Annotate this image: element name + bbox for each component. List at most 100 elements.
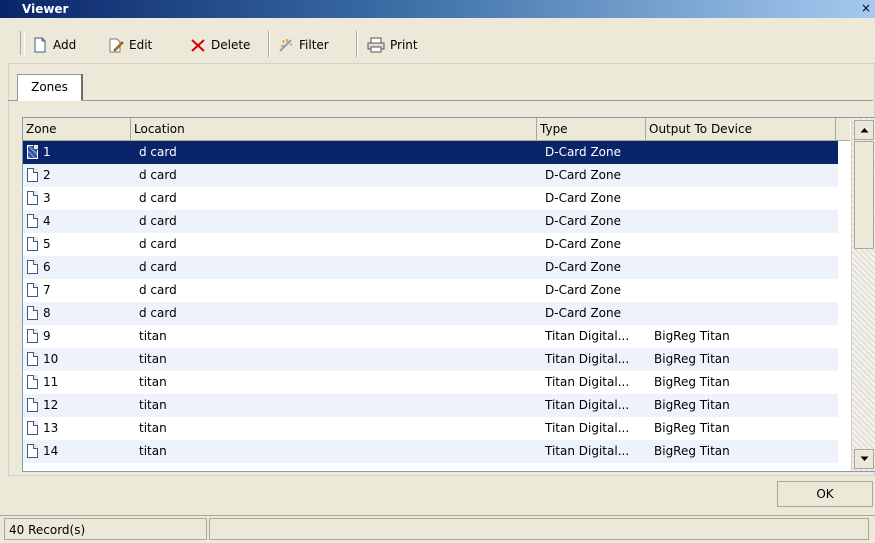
cell-location: titan: [139, 444, 167, 458]
filter-label: Filter: [299, 38, 329, 52]
cell-location: titan: [139, 398, 167, 412]
grid-header: Zone Location Type Output To Device: [23, 118, 850, 141]
cell-type: Titan Digital...: [545, 375, 630, 389]
document-icon: [27, 283, 38, 297]
delete-icon: [191, 39, 205, 52]
document-icon: [27, 329, 38, 343]
table-row[interactable]: 12 titan Titan Digital... BigReg Titan: [23, 394, 838, 417]
filter-button[interactable]: Filter: [278, 35, 329, 55]
cell-location: d card: [139, 145, 177, 159]
document-icon: [27, 214, 38, 228]
cell-type: D-Card Zone: [545, 214, 622, 228]
print-label: Print: [390, 38, 418, 52]
table-row[interactable]: 3 d card D-Card Zone: [23, 187, 838, 210]
record-count: 40 Record(s): [4, 518, 207, 540]
ok-button[interactable]: OK: [777, 481, 873, 507]
table-row[interactable]: 7 d card D-Card Zone: [23, 279, 838, 302]
cell-type: D-Card Zone: [545, 306, 622, 320]
cell-zone: 5: [43, 237, 51, 251]
document-icon: [27, 168, 38, 182]
edit-button[interactable]: Edit: [108, 35, 152, 55]
document-icon: [27, 237, 38, 251]
toolbar-grip[interactable]: [20, 31, 25, 55]
add-label: Add: [53, 38, 77, 52]
table-row[interactable]: 2 d card D-Card Zone: [23, 164, 838, 187]
cell-type: D-Card Zone: [545, 283, 622, 297]
table-row[interactable]: 5 d card D-Card Zone: [23, 233, 838, 256]
title-bar: Viewer ×: [0, 0, 875, 18]
document-icon: [27, 444, 38, 458]
cell-location: d card: [139, 214, 177, 228]
cell-type: D-Card Zone: [545, 191, 622, 205]
cell-location: d card: [139, 260, 177, 274]
close-icon[interactable]: ×: [859, 1, 873, 15]
cell-location: titan: [139, 375, 167, 389]
cell-zone: 4: [43, 214, 51, 228]
cell-location: d card: [139, 191, 177, 205]
grid-rows: 1 d card D-Card Zone 2 d card D-Card Zone 3 d c…: [23, 141, 850, 471]
cell-type: Titan Digital...: [545, 421, 630, 435]
document-icon: [27, 260, 38, 274]
window-title: Viewer: [22, 2, 69, 16]
cell-zone: 8: [43, 306, 51, 320]
cell-type: Titan Digital...: [545, 398, 630, 412]
cell-zone: 14: [43, 444, 59, 458]
cell-location: d card: [139, 168, 177, 182]
table-row[interactable]: 8 d card D-Card Zone: [23, 302, 838, 325]
cell-output: BigReg Titan: [654, 375, 730, 389]
print-button[interactable]: Print: [367, 35, 418, 55]
cell-location: titan: [139, 329, 167, 343]
cell-zone: 12: [43, 398, 59, 412]
cell-type: Titan Digital...: [545, 352, 630, 366]
delete-label: Delete: [211, 38, 251, 52]
cell-type: Titan Digital...: [545, 329, 630, 343]
cell-output: BigReg Titan: [654, 329, 730, 343]
scroll-up-button[interactable]: [854, 120, 874, 140]
delete-button[interactable]: Delete: [190, 35, 250, 55]
column-header-zone[interactable]: Zone: [23, 118, 131, 140]
status-bar: 40 Record(s): [0, 515, 875, 543]
table-row[interactable]: 6 d card D-Card Zone: [23, 256, 838, 279]
status-panel-secondary: [209, 518, 869, 540]
table-row[interactable]: 13 titan Titan Digital... BigReg Titan: [23, 417, 838, 440]
cell-type: D-Card Zone: [545, 145, 622, 159]
column-header-location[interactable]: Location: [131, 118, 537, 140]
edit-icon: [109, 38, 124, 53]
cell-type: D-Card Zone: [545, 237, 622, 251]
cell-output: BigReg Titan: [654, 398, 730, 412]
document-icon: [27, 145, 38, 159]
table-row[interactable]: 4 d card D-Card Zone: [23, 210, 838, 233]
column-header-type[interactable]: Type: [537, 118, 646, 140]
add-icon: [34, 37, 46, 53]
toolbar-separator: [268, 31, 270, 57]
scroll-up-icon: [860, 128, 868, 133]
add-button[interactable]: Add: [32, 35, 76, 55]
cell-zone: 3: [43, 191, 51, 205]
table-row[interactable]: 9 titan Titan Digital... BigReg Titan: [23, 325, 838, 348]
cell-output: BigReg Titan: [654, 444, 730, 458]
cell-location: titan: [139, 421, 167, 435]
edit-label: Edit: [129, 38, 153, 52]
tab-zones[interactable]: Zones: [17, 74, 82, 101]
cell-zone: 9: [43, 329, 51, 343]
cell-zone: 6: [43, 260, 51, 274]
vertical-scrollbar[interactable]: [851, 118, 875, 471]
table-row[interactable]: 10 titan Titan Digital... BigReg Titan: [23, 348, 838, 371]
scrollbar-thumb[interactable]: [854, 141, 874, 249]
zones-grid: Zone Location Type Output To Device 1 d c…: [22, 117, 875, 472]
cell-zone: 10: [43, 352, 59, 366]
table-row[interactable]: 1 d card D-Card Zone: [23, 141, 838, 164]
cell-location: titan: [139, 352, 167, 366]
document-icon: [27, 191, 38, 205]
table-row[interactable]: 14 titan Titan Digital... BigReg Titan: [23, 440, 838, 463]
document-icon: [27, 352, 38, 366]
scroll-down-button[interactable]: [854, 449, 874, 469]
table-row[interactable]: 11 titan Titan Digital... BigReg Titan: [23, 371, 838, 394]
column-header-filler: [836, 118, 850, 140]
document-icon: [27, 375, 38, 389]
document-icon: [27, 398, 38, 412]
column-header-output[interactable]: Output To Device: [646, 118, 836, 140]
cell-zone: 7: [43, 283, 51, 297]
cell-type: Titan Digital...: [545, 444, 630, 458]
cell-zone: 11: [43, 375, 59, 389]
